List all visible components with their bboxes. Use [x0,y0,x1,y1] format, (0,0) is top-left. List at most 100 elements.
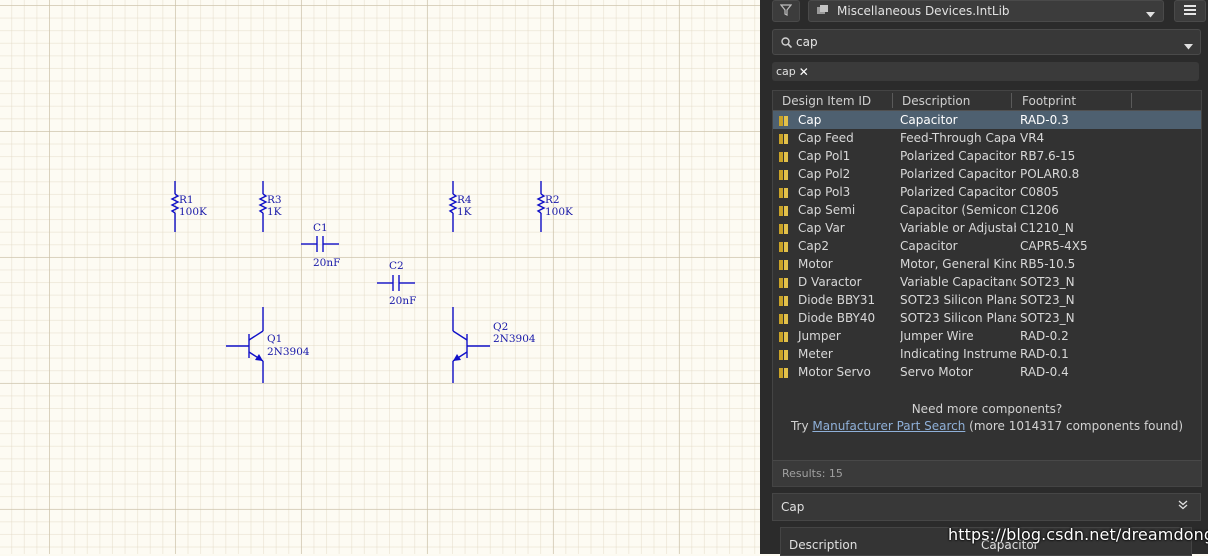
component-details-header[interactable]: Cap [772,493,1201,521]
resistor-r1[interactable]: R1 100K [170,181,207,232]
component-row[interactable]: Motor Motor, General Kind RB5-10.5 [773,255,1201,273]
component-icon [779,241,788,252]
column-divider[interactable] [1011,93,1012,108]
search-icon [781,36,792,48]
component-row[interactable]: Cap2 Capacitor CAPR5-4X5 [773,237,1201,255]
collapse-chevron-icon[interactable] [1178,499,1188,513]
component-row[interactable]: Cap Semi Capacitor (Semicond... C1206 [773,201,1201,219]
column-header-description[interactable]: Description [902,94,970,108]
row-design-item-id: Diode BBY40 [798,311,876,325]
library-name: Miscellaneous Devices.IntLib [837,4,1010,18]
r3-designator: R3 [267,194,282,206]
search-field[interactable] [772,29,1201,55]
component-icon [779,277,788,288]
row-design-item-id: Cap Pol3 [798,185,851,199]
row-footprint: POLAR0.8 [1020,167,1080,181]
row-design-item-id: Cap Feed [798,131,854,145]
row-description: Jumper Wire [900,329,974,343]
q2-value: 2N3904 [493,333,536,345]
component-row[interactable]: Cap Pol1 Polarized Capacitor (... RB7.6-15 [773,147,1201,165]
search-history-chevron-icon[interactable] [1184,39,1193,53]
row-description: Indicating Instrument [900,347,1016,361]
transistor-q1[interactable]: Q1 2N3904 [226,307,310,383]
component-row[interactable]: Diode BBY31 SOT23 Silicon Planar... SOT23_… [773,291,1201,309]
c1-designator: C1 [313,222,328,234]
component-icon [779,331,788,342]
component-row[interactable]: D Varactor Variable Capacitanc... SOT23_N [773,273,1201,291]
r4-value: 1K [457,206,472,218]
component-icon [779,115,788,126]
component-icon [779,367,788,378]
component-row[interactable]: Jumper Jumper Wire RAD-0.2 [773,327,1201,345]
chevron-down-icon [1146,7,1155,21]
manufacturer-part-search-link[interactable]: Manufacturer Part Search [812,419,965,433]
row-description: Motor, General Kind [900,257,1016,271]
c2-designator: C2 [389,260,404,272]
capacitor-c2[interactable]: C2 20nF [377,260,416,307]
component-icon [779,223,788,234]
row-footprint: RB5-10.5 [1020,257,1076,271]
filter-button[interactable] [772,0,800,22]
component-row[interactable]: Cap Var Variable or Adjustabl... C1210_N [773,219,1201,237]
search-input[interactable] [796,35,1166,49]
component-icon [779,151,788,162]
library-icon [817,4,829,18]
schematic-sheet[interactable]: R1 100K R3 1K R4 1K R2 100K C1 20nF C2 2… [0,0,760,554]
row-footprint: VR4 [1020,131,1045,145]
resistor-r2[interactable]: R2 100K [536,181,573,232]
row-footprint: SOT23_N [1020,275,1075,289]
r1-designator: R1 [179,194,194,206]
row-design-item-id: Cap [798,113,822,127]
r4-designator: R4 [457,194,472,206]
column-header-footprint[interactable]: Footprint [1022,94,1076,108]
row-footprint: CAPR5-4X5 [1020,239,1088,253]
column-divider[interactable] [892,93,893,108]
more-components-line: Try Manufacturer Part Search (more 10143… [773,419,1201,433]
close-icon[interactable]: ✕ [799,65,809,79]
row-design-item-id: Cap Semi [798,203,856,217]
row-description: Feed-Through Capa... [900,131,1016,145]
row-design-item-id: Motor [798,257,833,271]
column-header-design-item-id[interactable]: Design Item ID [782,94,871,108]
row-footprint: RAD-0.4 [1020,365,1069,379]
row-description: Capacitor [900,239,958,253]
q1-designator: Q1 [267,333,282,345]
component-icon [779,295,788,306]
component-row[interactable]: Diode BBY40 SOT23 Silicon Planar... SOT23_… [773,309,1201,327]
row-design-item-id: D Varactor [798,275,862,289]
component-details-title: Cap [781,500,805,514]
watermark-text: https://blog.csdn.net/dreamdonghui [948,525,1208,544]
active-filters: cap ✕ [772,62,1199,81]
component-row[interactable]: Motor Servo Servo Motor RAD-0.4 [773,363,1201,381]
results-count: Results: 15 [782,467,843,480]
row-description: Polarized Capacitor (... [900,167,1016,181]
component-row[interactable]: Meter Indicating Instrument RAD-0.1 [773,345,1201,363]
row-design-item-id: Meter [798,347,833,361]
component-row[interactable]: Cap Pol2 Polarized Capacitor (... POLAR0.8 [773,165,1201,183]
grid-rows: Cap Capacitor RAD-0.3 Cap Feed Feed-Through … [773,111,1201,381]
panel-menu-button[interactable] [1174,0,1206,22]
component-row[interactable]: Cap Capacitor RAD-0.3 [773,111,1201,129]
resistor-r3[interactable]: R3 1K [258,181,282,232]
r3-value: 1K [267,206,282,218]
row-description: Polarized Capacitor (... [900,185,1016,199]
component-icon [779,169,788,180]
r2-value: 100K [545,206,573,218]
resistor-r4[interactable]: R4 1K [448,181,472,232]
component-row[interactable]: Cap Feed Feed-Through Capa... VR4 [773,129,1201,147]
library-select[interactable]: Miscellaneous Devices.IntLib [808,0,1164,22]
column-divider[interactable] [1131,93,1132,108]
row-footprint: SOT23_N [1020,293,1075,307]
capacitor-c1[interactable]: C1 20nF [301,222,340,269]
row-description: Servo Motor [900,365,973,379]
schematic-canvas[interactable]: R1 100K R3 1K R4 1K R2 100K C1 20nF C2 2… [0,0,760,554]
component-row[interactable]: Cap Pol3 Polarized Capacitor (... C0805 [773,183,1201,201]
r2-designator: R2 [545,194,560,206]
row-design-item-id: Cap Var [798,221,845,235]
row-footprint: SOT23_N [1020,311,1075,325]
row-description: Capacitor [900,113,958,127]
transistor-q2[interactable]: Q2 2N3904 [452,307,536,383]
row-description: Polarized Capacitor (... [900,149,1016,163]
component-icon [779,259,788,270]
filter-chip-label: cap [776,65,796,78]
